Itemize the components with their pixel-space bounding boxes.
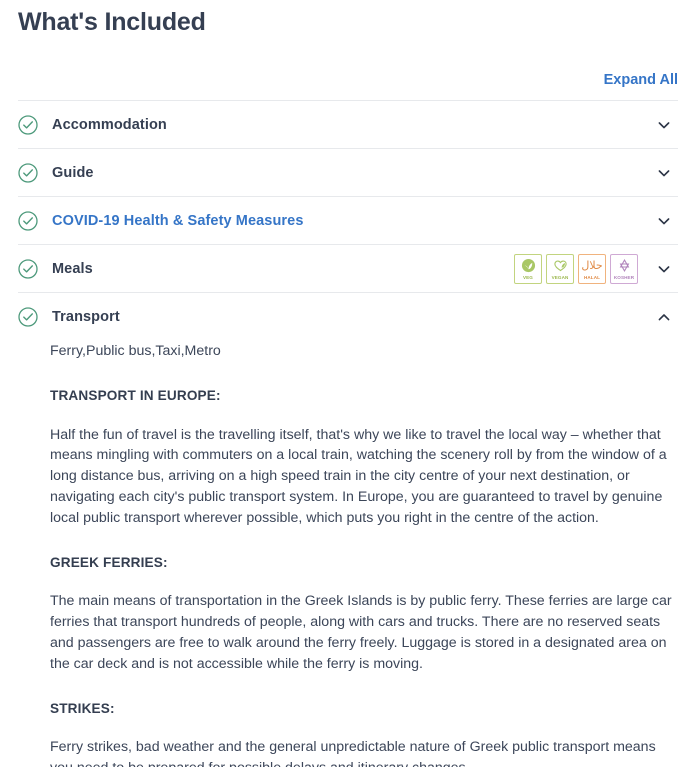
accordion-label-transport: Transport (52, 308, 120, 325)
badge-kosher[interactable]: KOSHER (610, 253, 638, 284)
accordion-header-meals[interactable]: Meals VEG VEGAN حلال HALAL KOSHER (18, 245, 678, 292)
accordion-panel-transport: Ferry,Public bus,Taxi,Metro TRANSPORT IN… (18, 340, 678, 767)
badge-label-kosher: KOSHER (613, 275, 635, 280)
badge-veg[interactable]: VEG (514, 253, 542, 284)
leaf-circle-icon (520, 257, 537, 274)
chevron-up-icon[interactable] (656, 309, 672, 325)
accordion-label-guide: Guide (52, 164, 94, 181)
check-circle-icon (18, 306, 38, 327)
expand-all-container: Expand All (604, 71, 678, 89)
halal-arabic-icon: حلال (581, 257, 603, 274)
check-circle-icon (18, 162, 38, 183)
accordion-header-guide[interactable]: Guide (18, 149, 678, 196)
accordion-item-covid: COVID-19 Health & Safety Measures (18, 196, 678, 244)
chevron-down-icon[interactable] (656, 261, 672, 277)
section-body-transport-in-europe: Half the fun of travel is the travelling… (50, 426, 667, 526)
included-accordion: Accommodation Guide COVID-19 Health & Sa… (0, 100, 688, 767)
accordion-item-transport: Transport Ferry,Public bus,Taxi,Metro TR… (18, 292, 678, 767)
dietary-badges: VEG VEGAN حلال HALAL KOSHER (514, 253, 638, 284)
halal-arabic-glyph: حلال (581, 259, 603, 272)
accordion-header-transport[interactable]: Transport (18, 293, 678, 340)
chevron-down-icon[interactable] (656, 117, 672, 133)
page-title: What's Included (18, 8, 206, 36)
check-circle-icon (18, 258, 38, 279)
accordion-item-guide: Guide (18, 148, 678, 196)
check-circle-icon (18, 114, 38, 135)
badge-vegan[interactable]: VEGAN (546, 253, 574, 284)
accordion-label-meals: Meals (52, 260, 93, 277)
whats-included-page: What's Included Expand All Accommodation (0, 0, 688, 767)
accordion-item-meals: Meals VEG VEGAN حلال HALAL KOSHER (18, 244, 678, 292)
badge-label-veg: VEG (522, 275, 533, 280)
accordion-header-accommodation[interactable]: Accommodation (18, 101, 678, 148)
badge-label-halal: HALAL (583, 275, 601, 280)
accordion-header-covid[interactable]: COVID-19 Health & Safety Measures (18, 197, 678, 244)
badge-label-vegan: VEGAN (551, 275, 569, 280)
heart-leaf-icon (552, 257, 569, 274)
section-heading-strikes: STRIKES: (50, 700, 115, 716)
chevron-down-icon[interactable] (656, 213, 672, 229)
star-of-david-icon (616, 257, 633, 274)
section-body-strikes: Ferry strikes, bad weather and the gener… (50, 739, 656, 767)
accordion-label-accommodation: Accommodation (52, 116, 167, 133)
accordion-item-accommodation: Accommodation (18, 100, 678, 148)
section-body-greek-ferries: The main means of transportation in the … (50, 593, 672, 672)
badge-halal[interactable]: حلال HALAL (578, 253, 606, 284)
section-heading-greek-ferries: GREEK FERRIES: (50, 554, 168, 570)
accordion-label-covid[interactable]: COVID-19 Health & Safety Measures (52, 213, 304, 229)
check-circle-icon (18, 210, 38, 231)
section-heading-transport-in-europe: TRANSPORT IN EUROPE: (50, 387, 221, 403)
transport-summary: Ferry,Public bus,Taxi,Metro (50, 343, 221, 359)
expand-all-link[interactable]: Expand All (604, 72, 678, 88)
chevron-down-icon[interactable] (656, 165, 672, 181)
